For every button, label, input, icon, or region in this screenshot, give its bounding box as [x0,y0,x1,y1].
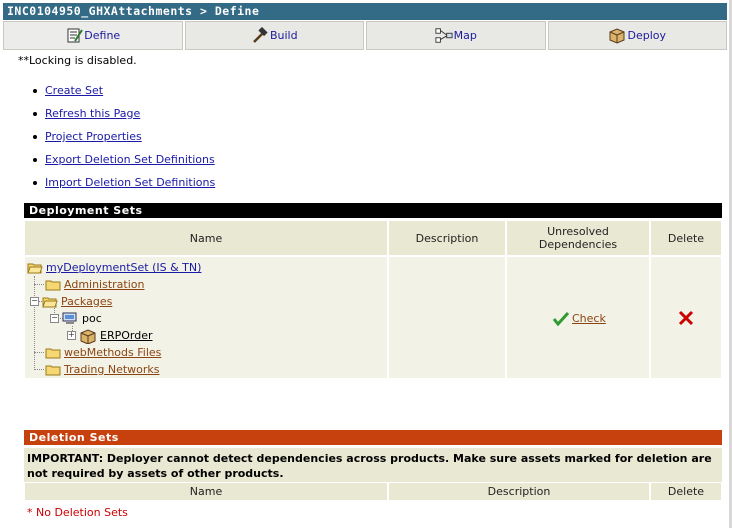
tree-connector [34,284,44,285]
tree-node-administration: Administration [45,276,145,293]
tab-define-label: Define [84,29,121,42]
bullet-icon [33,180,37,185]
checkmark-icon [553,311,569,326]
tab-build-label: Build [269,29,298,42]
delete-x-icon [678,310,694,326]
trading-networks-link[interactable]: Trading Networks [64,363,160,376]
project-properties-link[interactable]: Project Properties [45,130,142,143]
server-icon [62,312,77,324]
deployment-set-description-cell [388,256,506,379]
bullet-icon [33,111,37,116]
tree-connector [34,352,44,353]
tab-deploy-label: Deploy [627,29,667,42]
deployment-sets-header: Deployment Sets [24,203,722,218]
map-icon [435,27,453,45]
check-dependencies: Check [553,310,606,327]
bullet-icon [33,157,37,162]
list-item: Import Deletion Set Definitions [33,171,215,194]
import-deletion-sets-link[interactable]: Import Deletion Set Definitions [45,176,215,189]
column-header-delete: Delete [650,220,722,256]
tree-node-root: myDeploymentSet (IS & TN) [27,259,201,276]
column-header-name: Name [24,220,388,256]
webmethods-files-link[interactable]: webMethods Files [64,346,161,359]
expand-icon[interactable]: + [67,331,76,340]
check-link[interactable]: Check [572,312,606,325]
tree-node-webmethods-files: webMethods Files [45,344,161,361]
package-icon [80,328,96,344]
locking-notice: **Locking is disabled. [18,54,137,67]
tree-connector [34,369,44,370]
hammer-icon [251,27,269,45]
collapse-icon[interactable]: − [30,297,39,306]
column-header-unresolved-dependencies: Unresolved Dependencies [506,220,650,256]
bullet-icon [33,88,37,93]
column-header-name: Name [24,482,388,501]
list-item: Refresh this Page [33,102,215,125]
folder-icon [45,348,61,358]
list-item: Create Set [33,79,215,102]
column-header-delete: Delete [650,482,722,501]
deletion-sets-warning: IMPORTANT: Deployer cannot detect depend… [24,448,722,482]
list-item: Export Deletion Set Definitions [33,148,215,171]
packages-link[interactable]: Packages [61,295,112,308]
folder-icon [45,365,61,375]
list-item: Project Properties [33,125,215,148]
server-name: poc [82,312,102,325]
refresh-page-link[interactable]: Refresh this Page [45,107,140,120]
tree-node-packages: − Packages [30,293,112,310]
deploy-box-icon [608,27,626,45]
delete-deployment-set-button[interactable] [678,310,694,329]
deletion-sets-header: Deletion Sets [24,430,722,445]
column-header-description: Description [388,482,650,501]
tab-map-label: Map [453,29,477,42]
collapse-icon[interactable]: − [50,314,59,323]
open-folder-icon [42,297,58,307]
tree-node-trading-networks: Trading Networks [45,361,160,378]
tree-node-server: − poc [50,310,102,327]
no-deletion-sets-message: * No Deletion Sets [27,506,128,519]
tab-build[interactable]: Build [184,21,364,50]
tab-define[interactable]: Define [3,21,183,50]
toolbar-tabs: Define Build Map Deploy [3,21,727,50]
define-icon [65,27,83,45]
action-links: Create Set Refresh this Page Project Pro… [33,79,215,194]
export-deletion-sets-link[interactable]: Export Deletion Set Definitions [45,153,215,166]
deployment-set-link[interactable]: myDeploymentSet (IS & TN) [46,261,201,274]
window-title: INC0104950_GHXAttachments > Define [3,3,727,20]
folder-icon [45,280,61,290]
bullet-icon [33,134,37,139]
tree-node-package: + ERPOrder [67,327,153,344]
tab-map[interactable]: Map [366,21,546,50]
administration-link[interactable]: Administration [64,278,145,291]
erporder-link[interactable]: ERPOrder [100,329,153,342]
open-folder-icon [27,263,43,273]
tree-connector [34,276,35,370]
tab-deploy[interactable]: Deploy [547,21,727,50]
create-set-link[interactable]: Create Set [45,84,103,97]
column-header-description: Description [388,220,506,256]
